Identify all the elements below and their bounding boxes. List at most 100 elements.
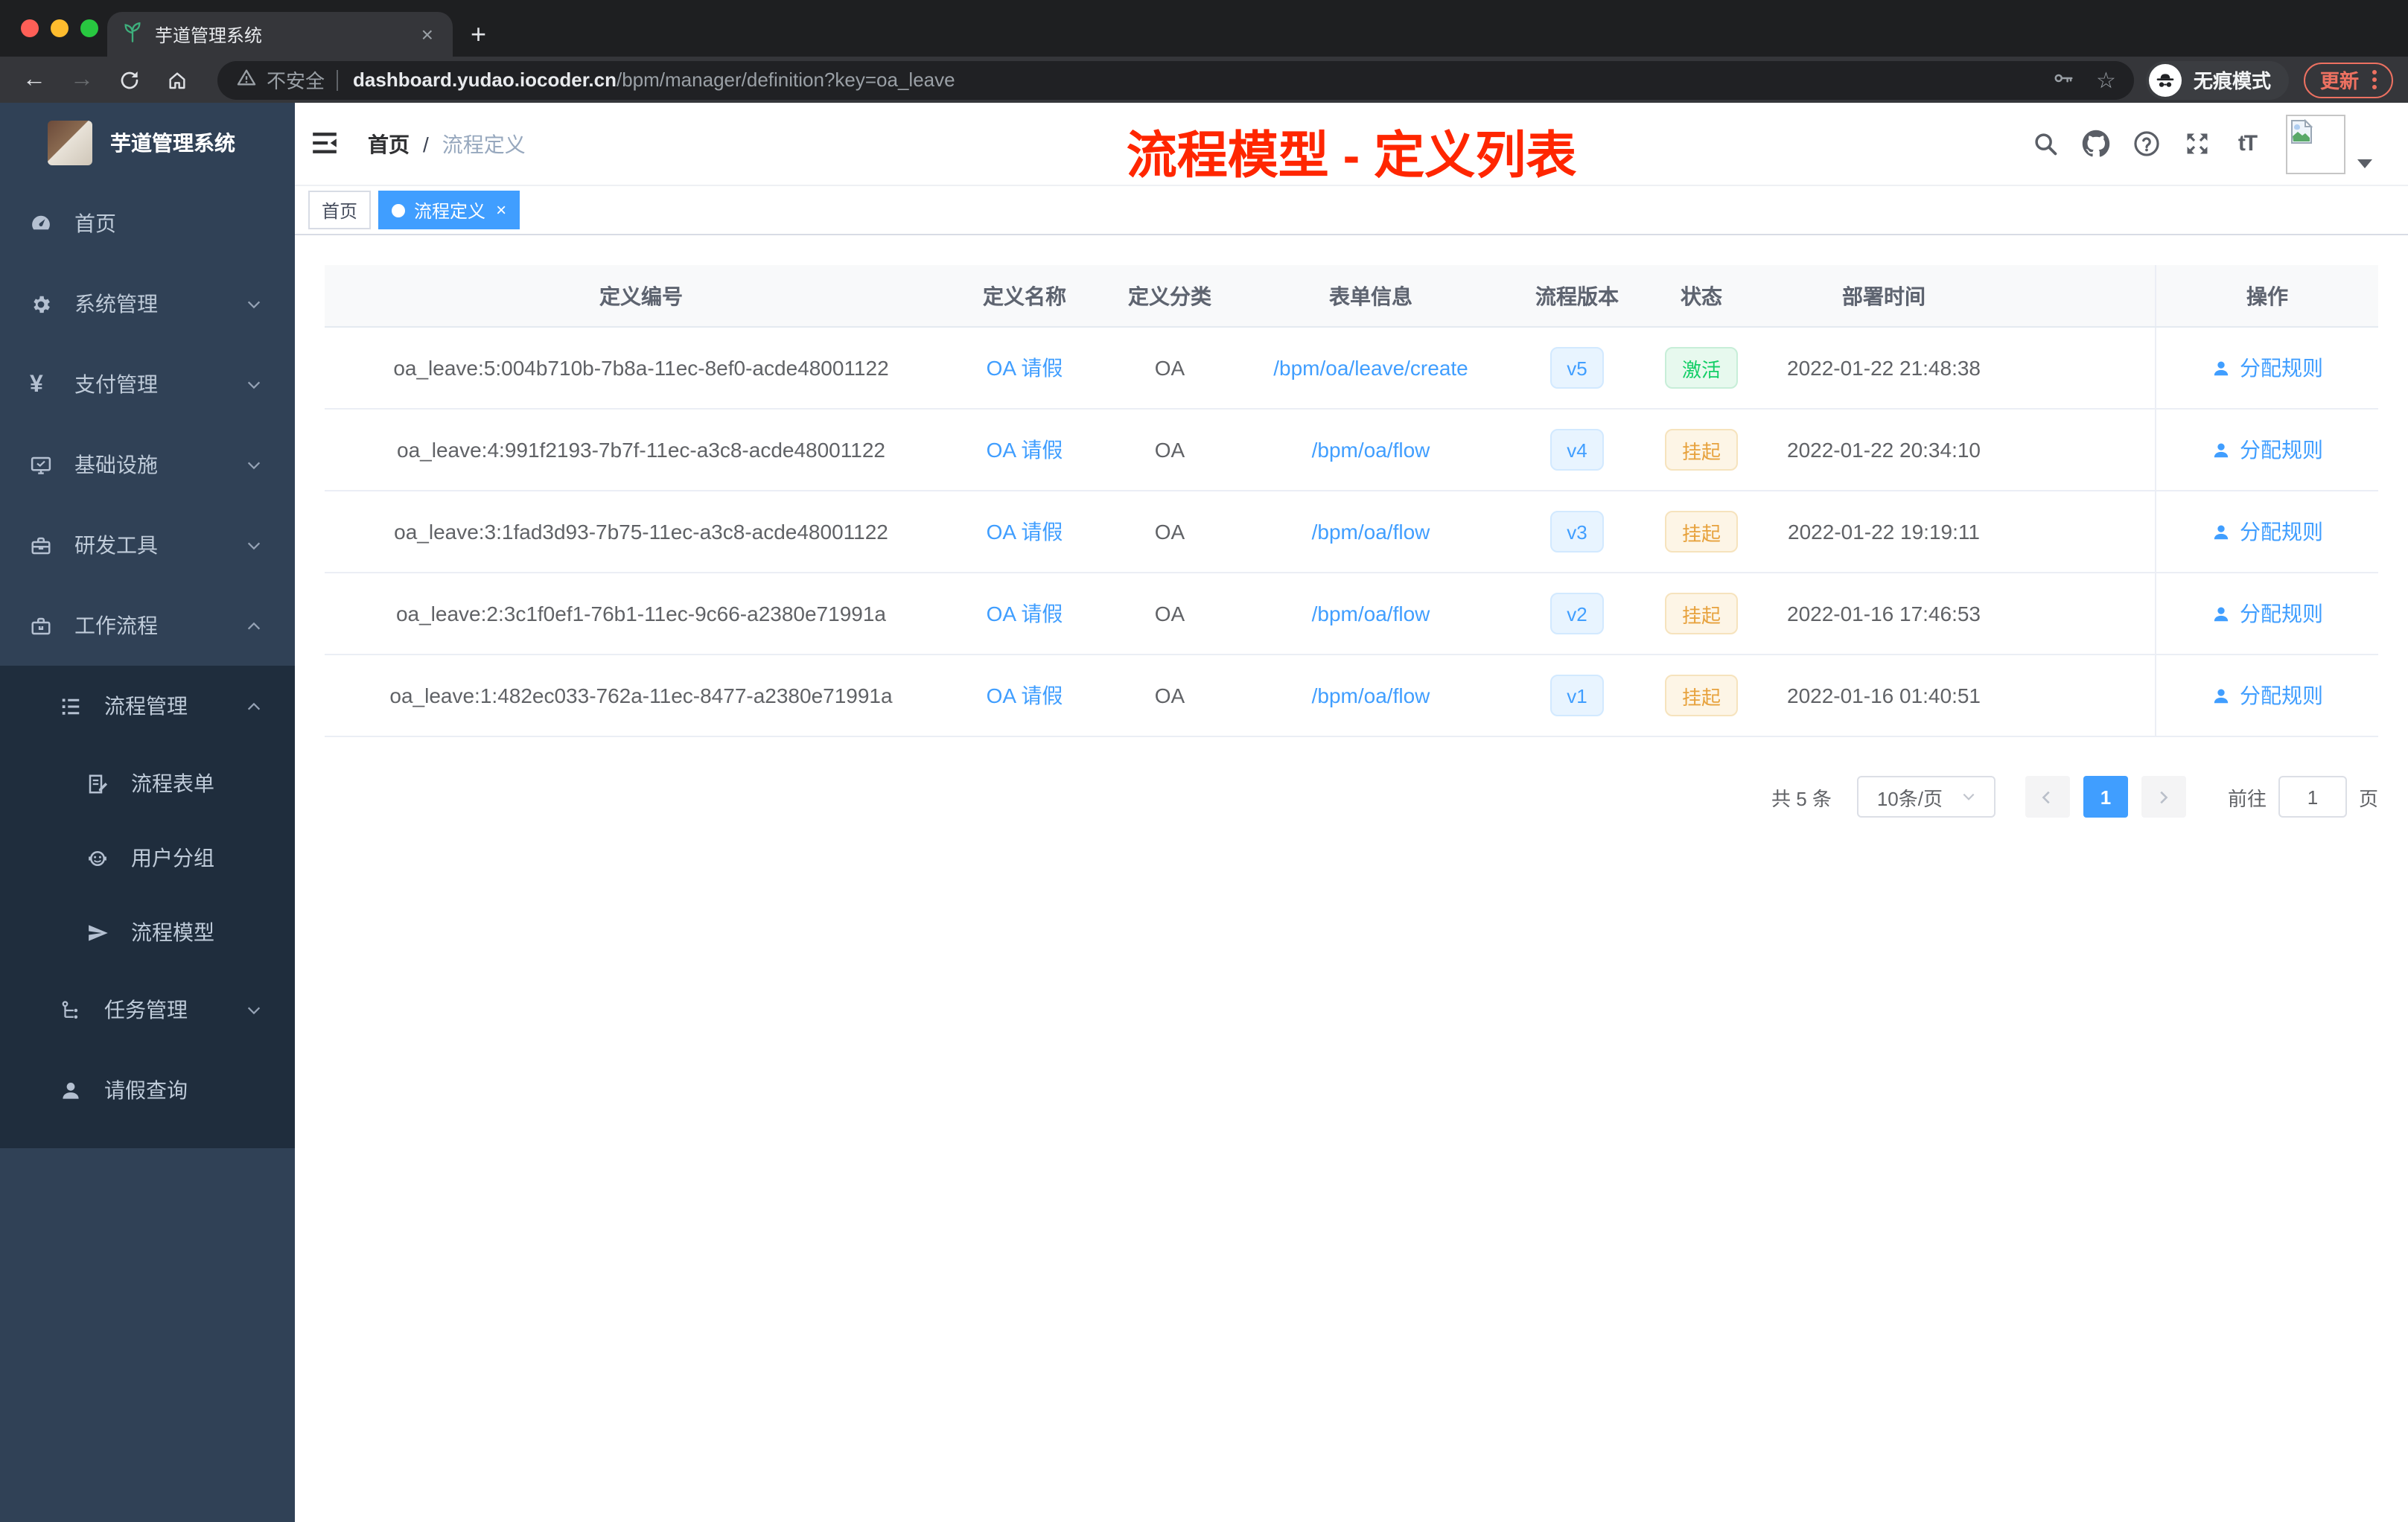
sidebar: 芋道管理系统 首页 系统管理 ¥ 支付管理 基础设施 研发工具 工作流程 流程管… xyxy=(0,103,295,1522)
breadcrumb-home[interactable]: 首页 xyxy=(368,129,410,159)
sidebar-item-process-form[interactable]: 流程表单 xyxy=(0,746,295,821)
bookmark-star-icon[interactable]: ☆ xyxy=(2096,66,2116,93)
tag-label: 首页 xyxy=(322,200,358,221)
assign-rule-link[interactable]: 分配规则 xyxy=(2211,517,2323,547)
sidebar-item-label: 首页 xyxy=(74,211,116,235)
cell-definition-name-link[interactable]: OA 请假 xyxy=(958,655,1092,736)
cell-form-link[interactable]: /bpm/oa/leave/create xyxy=(1248,328,1494,408)
status-badge: 挂起 xyxy=(1665,593,1737,634)
status-badge: 挂起 xyxy=(1665,511,1737,553)
cell-form-link[interactable]: /bpm/oa/flow xyxy=(1248,655,1494,736)
url-text[interactable]: dashboard.yudao.iocoder.cn/bpm/manager/d… xyxy=(353,69,955,91)
font-size-icon[interactable]: tT xyxy=(2232,129,2262,159)
logo-avatar xyxy=(48,121,92,165)
cell-definition-name-link[interactable]: OA 请假 xyxy=(958,573,1092,654)
back-button[interactable]: ← xyxy=(15,60,54,99)
cell-definition-name-link[interactable]: OA 请假 xyxy=(958,410,1092,490)
help-icon[interactable] xyxy=(2131,129,2161,159)
reload-button[interactable] xyxy=(110,60,149,99)
assign-rule-label: 分配规则 xyxy=(2240,520,2323,544)
tab-close-icon[interactable]: × xyxy=(417,22,438,46)
sidebar-item-label: 流程表单 xyxy=(131,771,214,795)
github-icon[interactable] xyxy=(2080,129,2110,159)
sidebar-item-label: 流程模型 xyxy=(131,920,214,944)
search-icon[interactable] xyxy=(2030,129,2060,159)
cell-form-link[interactable]: /bpm/oa/flow xyxy=(1248,410,1494,490)
goto-page-input[interactable] xyxy=(2278,776,2347,818)
list-tree-icon xyxy=(60,695,82,717)
sidebar-item-user-group[interactable]: 用户分组 xyxy=(0,821,295,895)
column-header-spacer xyxy=(2025,265,2155,326)
cell-form-link[interactable]: /bpm/oa/flow xyxy=(1248,491,1494,572)
browser-tab[interactable]: 芋道管理系统 × xyxy=(107,12,453,57)
browser-menu-icon[interactable] xyxy=(2372,70,2377,89)
assign-rule-link[interactable]: 分配规则 xyxy=(2211,435,2323,465)
briefcase-icon xyxy=(30,614,52,637)
new-tab-button[interactable]: + xyxy=(471,19,486,51)
cell-definition-name-link[interactable]: OA 请假 xyxy=(958,491,1092,572)
chevron-down-icon xyxy=(246,296,262,312)
favicon-plant-icon xyxy=(122,21,143,47)
sidebar-item-process-mgmt[interactable]: 流程管理 xyxy=(0,666,295,746)
security-label[interactable]: 不安全 xyxy=(267,66,325,94)
sidebar-item-process-model[interactable]: 流程模型 xyxy=(0,895,295,969)
robot-icon xyxy=(86,847,109,869)
sidebar-item-task-mgmt[interactable]: 任务管理 xyxy=(0,969,295,1050)
fullscreen-icon[interactable] xyxy=(2182,129,2211,159)
tag-label: 流程定义 xyxy=(414,200,486,221)
sidebar-item-infra[interactable]: 基础设施 xyxy=(0,424,295,505)
table-row: oa_leave:5:004b710b-7b8a-11ec-8ef0-acde4… xyxy=(325,328,2378,410)
current-page-button[interactable]: 1 xyxy=(2083,776,2128,818)
chevron-up-icon xyxy=(246,698,262,714)
window-close-button[interactable] xyxy=(21,19,39,37)
cell-definition-id: oa_leave:3:1fad3d93-7b75-11ec-a3c8-acde4… xyxy=(394,520,888,544)
table-row: oa_leave:4:991f2193-7b7f-11ec-a3c8-acde4… xyxy=(325,410,2378,491)
assign-rule-link[interactable]: 分配规则 xyxy=(2211,681,2323,710)
page-size-select[interactable]: 10条/页 xyxy=(1856,776,1995,818)
sidebar-item-system[interactable]: 系统管理 xyxy=(0,264,295,344)
page-content: 定义编号 定义名称 定义分类 表单信息 流程版本 状态 部署时间 操作 oa_l… xyxy=(295,235,2408,818)
home-button[interactable] xyxy=(158,60,197,99)
next-page-button[interactable] xyxy=(2141,776,2186,818)
cell-deploy-time: 2022-01-16 17:46:53 xyxy=(1787,602,1981,625)
window-zoom-button[interactable] xyxy=(80,19,98,37)
assign-rule-link[interactable]: 分配规则 xyxy=(2211,353,2323,383)
sidebar-item-home[interactable]: 首页 xyxy=(0,183,295,264)
sidebar-item-workflow[interactable]: 工作流程 xyxy=(0,585,295,666)
cell-deploy-time: 2022-01-16 01:40:51 xyxy=(1787,684,1981,707)
version-badge: v5 xyxy=(1550,347,1604,389)
sidebar-item-label: 基础设施 xyxy=(74,453,158,477)
tag-process-definition[interactable]: 流程定义 × xyxy=(378,191,520,229)
prev-page-button[interactable] xyxy=(2025,776,2070,818)
cell-definition-id: oa_leave:4:991f2193-7b7f-11ec-a3c8-acde4… xyxy=(397,438,885,462)
yen-icon: ¥ xyxy=(30,372,43,397)
password-key-icon[interactable] xyxy=(2050,66,2075,93)
cell-definition-name-link[interactable]: OA 请假 xyxy=(958,328,1092,408)
sidebar-item-label: 研发工具 xyxy=(74,533,158,557)
tag-close-icon[interactable]: × xyxy=(496,200,506,220)
tag-home[interactable]: 首页 xyxy=(308,191,372,229)
insecure-warning-icon xyxy=(235,67,258,92)
incognito-icon xyxy=(2148,63,2182,96)
avatar-dropdown-caret-icon[interactable] xyxy=(2357,159,2372,168)
app-title: 芋道管理系统 xyxy=(110,131,235,155)
assign-rule-label: 分配规则 xyxy=(2240,684,2323,707)
browser-update-button[interactable]: 更新 xyxy=(2303,62,2393,98)
chevron-down-icon xyxy=(1962,793,1974,800)
sidebar-logo[interactable]: 芋道管理系统 xyxy=(0,103,295,183)
chevron-down-icon xyxy=(246,1002,262,1018)
table-header: 定义编号 定义名称 定义分类 表单信息 流程版本 状态 部署时间 操作 xyxy=(325,265,2378,328)
window-controls[interactable] xyxy=(21,19,98,37)
sidebar-item-devtools[interactable]: 研发工具 xyxy=(0,505,295,585)
forward-button[interactable]: → xyxy=(63,60,101,99)
avatar[interactable] xyxy=(2286,114,2345,173)
sidebar-item-payment[interactable]: ¥ 支付管理 xyxy=(0,344,295,424)
cell-form-link[interactable]: /bpm/oa/flow xyxy=(1248,573,1494,654)
workflow-submenu: 流程管理 流程表单 用户分组 流程模型 任务管理 请假查询 xyxy=(0,666,295,1148)
window-minimize-button[interactable] xyxy=(51,19,69,37)
assign-rule-link[interactable]: 分配规则 xyxy=(2211,599,2323,628)
sidebar-toggle-icon[interactable] xyxy=(310,127,343,160)
address-bar[interactable]: 不安全 dashboard.yudao.iocoder.cn/bpm/manag… xyxy=(217,60,2134,99)
sidebar-item-leave-query[interactable]: 请假查询 xyxy=(0,1050,295,1130)
dashboard-icon xyxy=(30,212,52,235)
